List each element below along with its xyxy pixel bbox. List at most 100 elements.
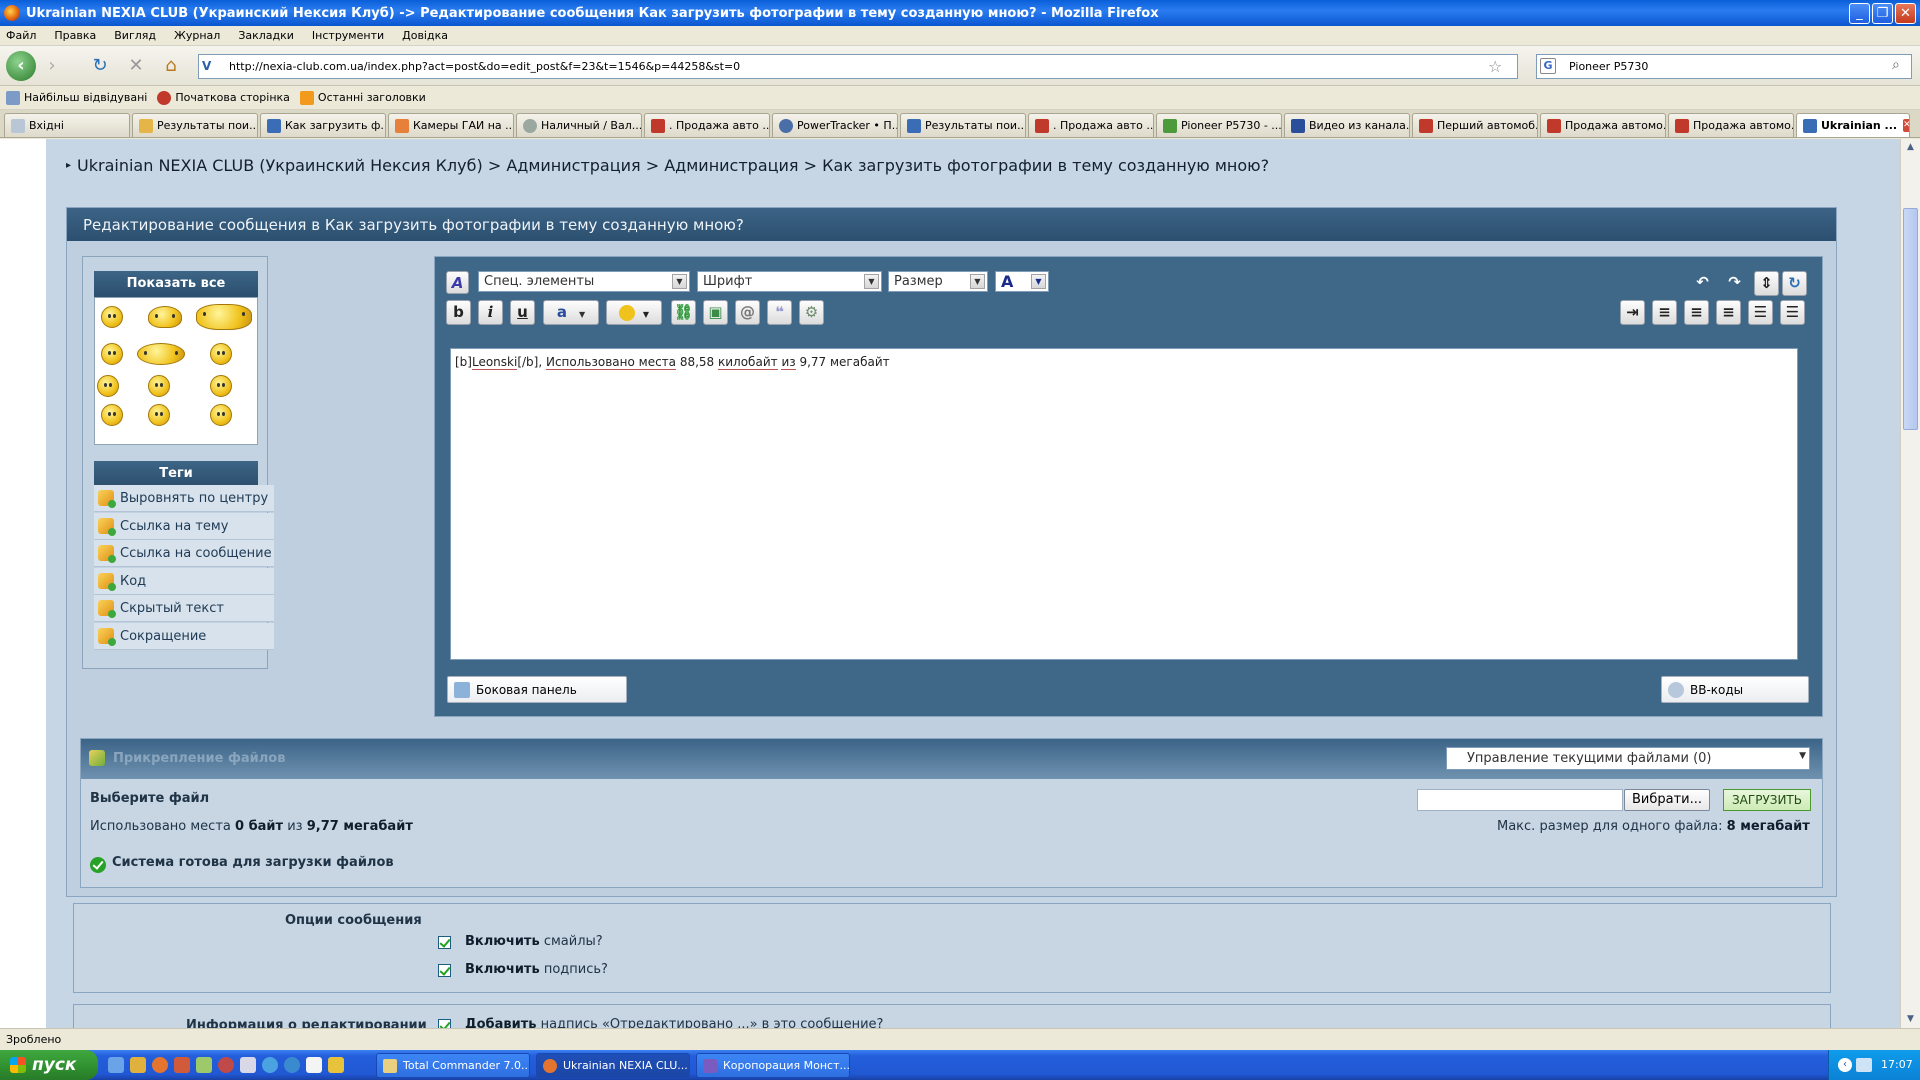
italic-button[interactable]: i [478, 300, 503, 325]
quicklaunch-icon[interactable] [196, 1057, 212, 1073]
quicklaunch-ie-icon[interactable] [262, 1057, 278, 1073]
tab-ukrainian-nexia[interactable]: Ukrainian ... ✕ [1796, 113, 1910, 137]
menu-edit[interactable]: Правка [54, 29, 96, 42]
menu-history[interactable]: Журнал [174, 29, 220, 42]
quicklaunch-icon[interactable] [130, 1057, 146, 1073]
tab-car-sale-2[interactable]: . Продажа авто ... [1028, 113, 1154, 137]
insert-link-icon[interactable]: ⛓ [671, 300, 696, 325]
smiley-icon[interactable] [148, 404, 170, 426]
tag-code[interactable]: Код [94, 568, 274, 595]
tab-video-channel[interactable]: Видео из канала... [1284, 113, 1410, 137]
bookmark-star-icon[interactable]: ☆ [1488, 57, 1502, 76]
quicklaunch-icon[interactable] [174, 1057, 190, 1073]
home-icon[interactable]: ⌂ [161, 56, 181, 76]
tab-car-sale-4[interactable]: Продажа автомо... [1668, 113, 1794, 137]
tray-expand-icon[interactable]: ‹ [1838, 1058, 1852, 1072]
align-left-icon[interactable]: ≡ [1652, 300, 1677, 325]
scroll-up-arrow[interactable]: ▲ [1903, 140, 1918, 155]
menu-help[interactable]: Довідка [402, 29, 448, 42]
insert-email-icon[interactable]: @ [735, 300, 760, 325]
align-right-icon[interactable]: ≡ [1716, 300, 1741, 325]
tab-gai-cameras[interactable]: Камеры ГАИ на ... [388, 113, 514, 137]
smiley-icon[interactable] [210, 404, 232, 426]
indent-icon[interactable]: ⇥ [1620, 300, 1645, 325]
tag-hidden-text[interactable]: Скрытый текст [94, 595, 274, 622]
browse-button[interactable]: Вибрати... [1624, 789, 1710, 811]
bookmark-most-visited[interactable]: Найбільш відвідувані [6, 90, 147, 105]
underline-button[interactable]: u [510, 300, 535, 325]
tag-topic-link[interactable]: Ссылка на тему [94, 513, 274, 540]
bbcode-button[interactable]: BB-коды [1661, 676, 1809, 703]
menu-file[interactable]: Файл [6, 29, 36, 42]
quicklaunch-firefox-icon[interactable] [152, 1057, 168, 1073]
quicklaunch-icon[interactable] [218, 1057, 234, 1073]
reload-icon[interactable]: ↻ [90, 56, 110, 76]
tab-inbox[interactable]: Вхідні [4, 113, 130, 137]
close-window-button[interactable]: ✕ [1895, 3, 1916, 24]
breadcrumb[interactable]: ▸ Ukrainian NEXIA CLUB (Украинский Некси… [66, 156, 1269, 175]
task-firefox[interactable]: Ukrainian NEXIA CLU... [536, 1053, 690, 1078]
numbered-list-icon[interactable]: ☰ [1748, 300, 1773, 325]
close-tab-icon[interactable]: ✕ [1903, 119, 1909, 132]
search-icon[interactable]: ⌕ [1892, 57, 1900, 73]
minimize-button[interactable]: _ [1849, 3, 1870, 24]
back-button[interactable]: ‹ [6, 51, 36, 81]
smiley-icon[interactable] [101, 404, 123, 426]
font-color-select[interactable]: A ▼ [995, 271, 1049, 292]
emoticon-dropdown[interactable]: ▼ [606, 300, 662, 325]
tag-align-center[interactable]: Выровнять по центру [94, 485, 274, 512]
bold-button[interactable]: b [446, 300, 471, 325]
insert-image-icon[interactable]: ▣ [703, 300, 728, 325]
sidebar-toggle-button[interactable]: Боковая панель [447, 676, 627, 703]
insert-code-icon[interactable]: ⚙ [799, 300, 824, 325]
menu-view[interactable]: Вигляд [114, 29, 156, 42]
smiley-icon[interactable] [148, 306, 182, 328]
redo-icon[interactable]: ↷ [1722, 271, 1747, 296]
smiley-icon[interactable] [101, 306, 123, 328]
smiley-icon[interactable] [148, 375, 170, 397]
smiley-icon[interactable] [196, 304, 252, 330]
tab-how-to-upload[interactable]: Как загрузить ф... [260, 113, 386, 137]
bookmark-home-page[interactable]: Початкова сторінка [157, 90, 290, 105]
file-path-input[interactable] [1417, 789, 1623, 811]
task-corporation[interactable]: Коропорация Монст... [696, 1053, 850, 1078]
editor-mode-icon[interactable]: A [446, 271, 469, 294]
quicklaunch-icon[interactable] [240, 1057, 256, 1073]
maximize-button[interactable]: ❐ [1872, 3, 1893, 24]
breadcrumb-text[interactable]: Ukrainian NEXIA CLUB (Украинский Нексия … [77, 156, 1269, 175]
quicklaunch-icon[interactable] [328, 1057, 344, 1073]
start-button[interactable]: пуск [0, 1050, 98, 1080]
add-edited-note-checkbox[interactable] [438, 1019, 451, 1028]
quicklaunch-icon[interactable] [284, 1057, 300, 1073]
scrollbar-thumb[interactable] [1903, 208, 1918, 430]
switch-mode-icon[interactable]: ↻ [1782, 271, 1807, 296]
show-all-smilies-link[interactable]: Показать все [94, 271, 258, 297]
tag-abbreviation[interactable]: Сокращение [94, 623, 274, 650]
enable-smilies-checkbox[interactable] [438, 936, 451, 949]
smiley-icon[interactable] [101, 343, 123, 365]
tab-car-sale-1[interactable]: . Продажа авто ... [644, 113, 770, 137]
menu-tools[interactable]: Інструменти [312, 29, 384, 42]
font-select[interactable]: Шрифт ▼ [697, 271, 882, 292]
bullet-list-icon[interactable]: ☰ [1780, 300, 1805, 325]
upload-button[interactable]: ЗАГРУЗИТЬ [1723, 789, 1811, 811]
google-engine-icon[interactable]: G [1540, 58, 1556, 74]
network-icon[interactable] [1856, 1058, 1872, 1072]
align-center-icon[interactable]: ≡ [1684, 300, 1709, 325]
search-input[interactable]: Pioneer P5730 [1536, 54, 1912, 79]
url-bar[interactable]: http://nexia-club.com.ua/index.php?act=p… [198, 54, 1518, 79]
bookmark-latest-headlines[interactable]: Останні заголовки [299, 90, 426, 105]
tab-car-sale-3[interactable]: Продажа автомо... [1540, 113, 1666, 137]
post-textarea[interactable]: [b]Leonski[/b], Использовано места 88,58… [450, 348, 1798, 660]
tab-currency[interactable]: Наличный / Вал... [516, 113, 642, 137]
tab-pioneer[interactable]: Pioneer P5730 - ... [1156, 113, 1282, 137]
clock[interactable]: 17:07 [1881, 1058, 1913, 1071]
smiley-icon[interactable] [97, 375, 119, 397]
size-select[interactable]: Размер ▼ [888, 271, 988, 292]
tag-post-link[interactable]: Ссылка на сообщение [94, 540, 274, 567]
tab-first-car[interactable]: Перший автомоб... [1412, 113, 1538, 137]
task-total-commander[interactable]: Total Commander 7.0... [376, 1053, 530, 1078]
stop-icon[interactable]: ✕ [126, 56, 146, 76]
menu-bookmarks[interactable]: Закладки [238, 29, 294, 42]
undo-icon[interactable]: ↶ [1690, 271, 1715, 296]
